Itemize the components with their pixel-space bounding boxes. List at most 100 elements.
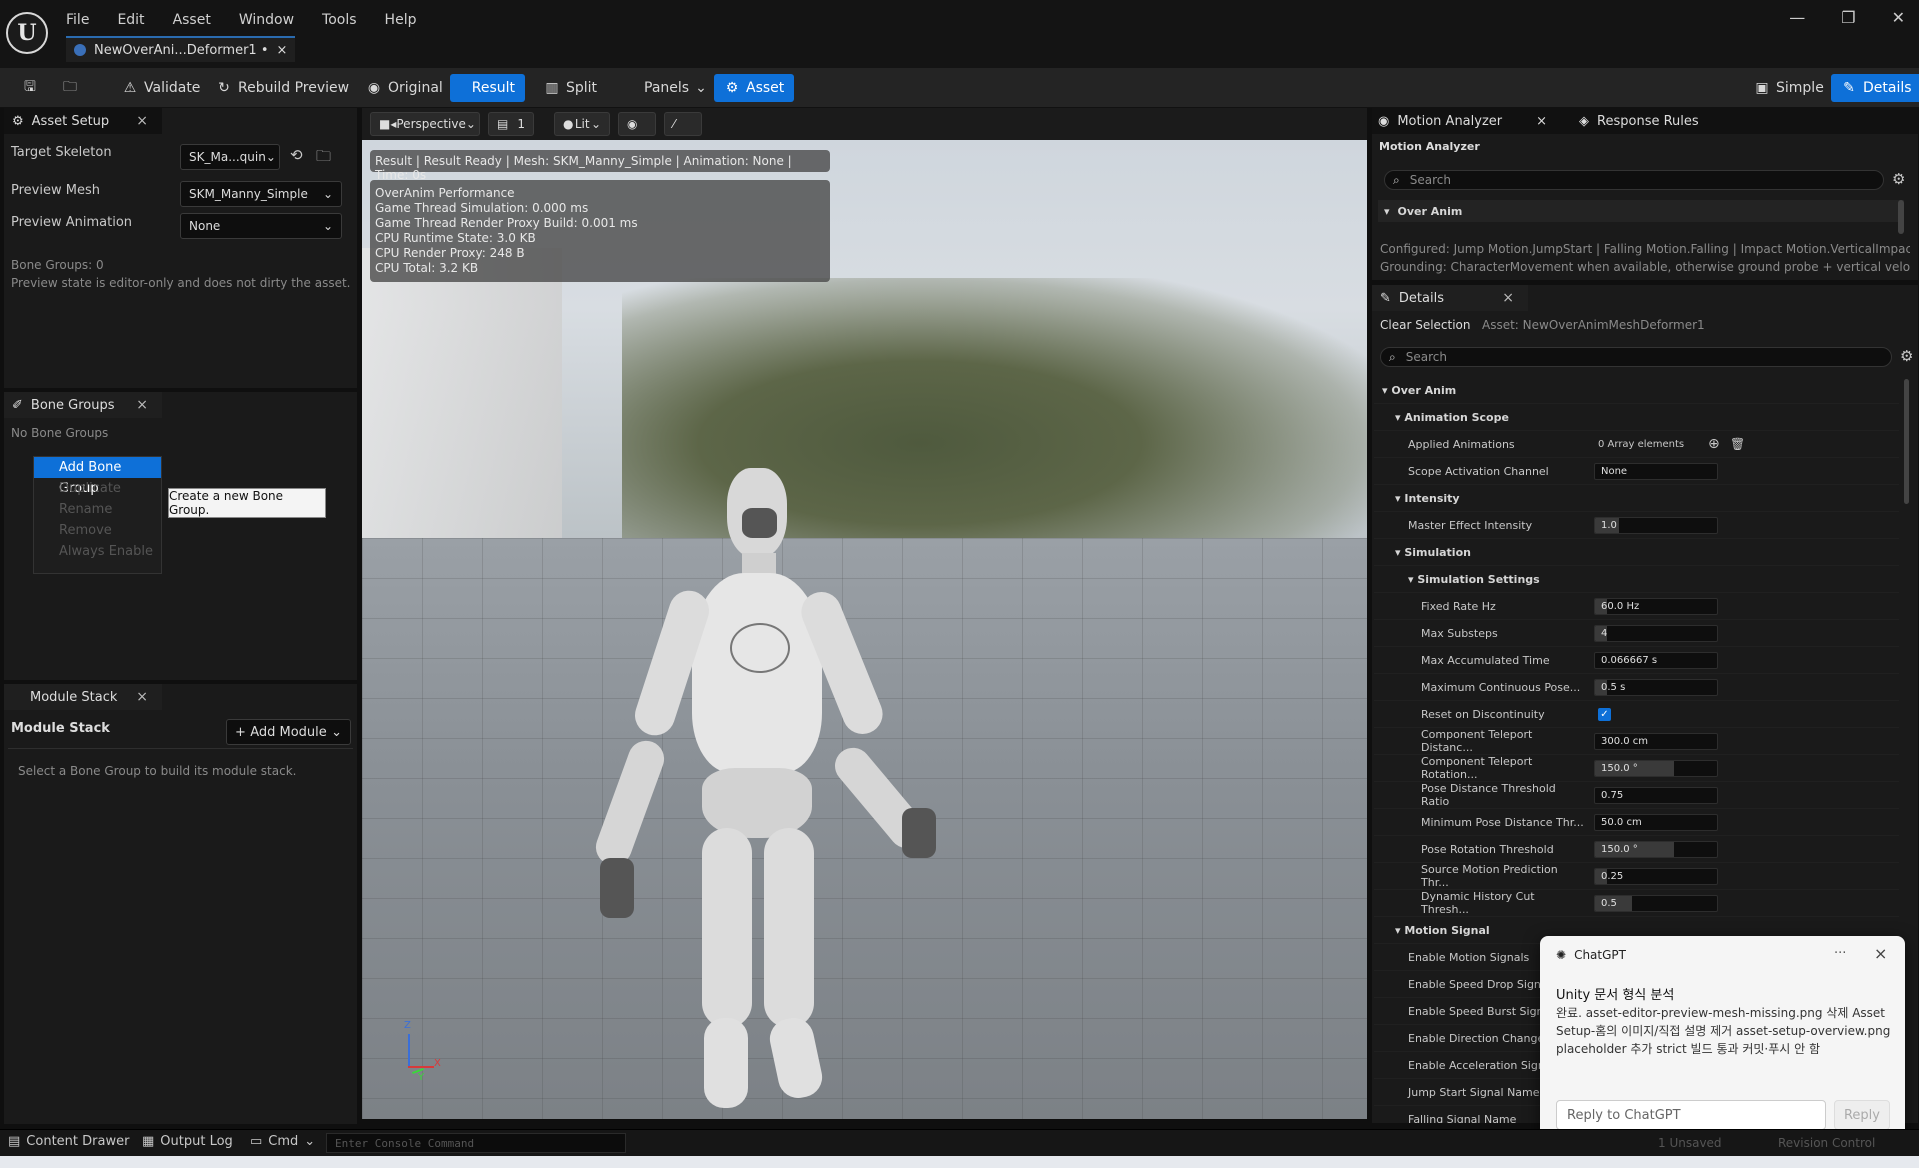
settings-gear-icon[interactable]: ⚙ [1892, 170, 1905, 188]
chevron-down-icon[interactable]: ▾ [1395, 492, 1404, 505]
document-tab-close-icon[interactable]: × [277, 43, 288, 58]
target-skeleton-combo[interactable]: SK_Ma...quin ⌄ [180, 144, 280, 170]
category-row[interactable]: ▾ Simulation Settings [1374, 566, 1899, 593]
reply-input[interactable]: Reply to ChatGPT [1556, 1100, 1826, 1130]
property-value-field[interactable]: 4 [1594, 624, 1718, 642]
menu-tools[interactable]: Tools [322, 12, 357, 28]
menu-duplicate[interactable]: Duplicate [34, 478, 161, 499]
close-notification-icon[interactable]: × [1874, 944, 1887, 963]
motion-analyzer-search[interactable]: ⌕ Search [1384, 170, 1884, 190]
restore-icon[interactable]: ❐ [1841, 8, 1855, 27]
perspective-dropdown[interactable]: ■◂ Perspective ⌄ [370, 112, 480, 136]
menu-file[interactable]: File [66, 12, 89, 28]
split-view-button[interactable]: ▥ Split [534, 74, 607, 102]
validate-button[interactable]: ⚠ Validate [112, 74, 210, 102]
menu-window[interactable]: Window [239, 12, 294, 28]
category-row[interactable]: ▾ Animation Scope [1374, 404, 1899, 431]
browse-button[interactable]: 🗀 [52, 74, 88, 102]
document-tab[interactable]: NewOverAni...Deformer1 • × [66, 36, 296, 62]
character-mesh[interactable] [552, 358, 952, 1118]
property-row[interactable]: Maximum Continuous Pose... 0.5 s [1374, 674, 1899, 701]
preview-animation-combo[interactable]: None ⌄ [180, 213, 342, 239]
menu-remove[interactable]: Remove [34, 520, 161, 541]
property-value-field[interactable]: 300.0 cm [1594, 732, 1718, 750]
more-options-icon[interactable]: ··· [1834, 946, 1846, 961]
bone-groups-tab[interactable]: ✐ Bone Groups × [4, 392, 162, 418]
add-element-icon[interactable]: ⊕ [1708, 436, 1720, 452]
preview-mesh-combo[interactable]: SKM_Manny_Simple ⌄ [180, 181, 342, 207]
property-value-field[interactable]: 150.0 ° [1594, 759, 1718, 777]
close-window-icon[interactable]: ✕ [1892, 8, 1905, 27]
property-row[interactable]: Pose Distance Threshold Ratio 0.75 [1374, 782, 1899, 809]
cmd-dropdown[interactable]: ▭ Cmd ⌄ [250, 1134, 315, 1149]
save-button[interactable]: 🖫 [12, 74, 48, 102]
property-row[interactable]: Max Accumulated Time 0.066667 s [1374, 647, 1899, 674]
property-value-field[interactable]: 50.0 cm [1594, 813, 1718, 831]
category-row[interactable]: ▾ Intensity [1374, 485, 1899, 512]
menu-always-enable[interactable]: Always Enable [34, 541, 161, 562]
result-view-button[interactable]: Result [450, 74, 525, 102]
category-row[interactable]: ▾ Simulation [1374, 539, 1899, 566]
use-selected-icon[interactable]: ⟲ [290, 146, 303, 164]
details-search[interactable]: ⌕ Search [1380, 347, 1892, 367]
console-input[interactable]: Enter Console Command [326, 1133, 626, 1153]
scrollbar[interactable] [1904, 379, 1909, 504]
chevron-down-icon[interactable]: ▾ [1395, 411, 1404, 424]
settings-gear-icon[interactable]: ⚙ [1900, 347, 1913, 365]
details-mode-button[interactable]: ✎ Details [1831, 74, 1919, 102]
menu-rename[interactable]: Rename [34, 499, 161, 520]
reply-button[interactable]: Reply [1834, 1100, 1890, 1130]
over-anim-section[interactable]: ▾ Over Anim [1378, 200, 1904, 222]
minimize-icon[interactable]: — [1789, 8, 1805, 27]
preview-viewport[interactable]: Z X Y ■◂ Perspective ⌄ ▤ 1 ● Lit ⌄ ◉ ⁄ Result… [362, 108, 1367, 1119]
chevron-down-icon[interactable]: ▾ [1382, 384, 1391, 397]
transform-tools-dropdown[interactable]: ⁄ [664, 112, 702, 136]
camera-speed-dropdown[interactable]: ▤ 1 [488, 112, 534, 136]
property-row[interactable]: Component Teleport Distanc... 300.0 cm [1374, 728, 1899, 755]
property-row[interactable]: Minimum Pose Distance Thr... 50.0 cm [1374, 809, 1899, 836]
unreal-logo-icon[interactable]: U [6, 12, 48, 54]
menu-edit[interactable]: Edit [117, 12, 144, 28]
property-row[interactable]: Dynamic History Cut Thresh... 0.5 [1374, 890, 1899, 917]
asset-setup-tab[interactable]: ⚙ Asset Setup × [4, 108, 162, 134]
property-value-field[interactable]: 0.5 s [1594, 678, 1718, 696]
property-value-field[interactable]: 0.066667 s [1594, 651, 1718, 669]
rebuild-preview-button[interactable]: ↻ Rebuild Preview [206, 74, 359, 102]
close-tab-icon[interactable]: × [136, 113, 148, 129]
original-view-button[interactable]: ◉ Original [356, 74, 453, 102]
lit-dropdown[interactable]: ● Lit ⌄ [554, 112, 610, 136]
property-value-field[interactable]: 0.75 [1594, 786, 1718, 804]
unsaved-indicator[interactable]: 1 Unsaved [1658, 1136, 1722, 1150]
scrollbar[interactable] [1898, 200, 1904, 234]
menu-asset[interactable]: Asset [173, 12, 211, 28]
property-row[interactable]: Pose Rotation Threshold 150.0 ° [1374, 836, 1899, 863]
revision-control-button[interactable]: Revision Control [1778, 1136, 1875, 1150]
panels-dropdown[interactable]: Panels ⌄ [634, 74, 717, 102]
output-log-button[interactable]: ▦ Output Log [142, 1134, 233, 1149]
motion-analyzer-tab[interactable]: Motion Analyzer [1397, 114, 1502, 129]
category-row[interactable]: ▾ Over Anim [1374, 377, 1899, 404]
close-tab-icon[interactable]: × [136, 397, 148, 413]
property-value-field[interactable]: 0.25 [1594, 867, 1718, 885]
close-tab-icon[interactable]: × [1536, 114, 1547, 129]
response-rules-tab[interactable]: Response Rules [1597, 114, 1699, 129]
close-tab-icon[interactable]: × [1502, 290, 1514, 306]
browse-folder-icon[interactable]: 🗀 [316, 146, 331, 171]
chevron-down-icon[interactable]: ▾ [1395, 924, 1404, 937]
property-row[interactable]: Scope Activation Channel None [1374, 458, 1899, 485]
details-tab[interactable]: ✎ Details × [1372, 285, 1528, 311]
chevron-down-icon[interactable]: ▾ [1408, 573, 1417, 586]
property-value-field[interactable]: None [1594, 462, 1718, 480]
add-module-button[interactable]: + Add Module ⌄ [226, 719, 351, 745]
property-row[interactable]: Master Effect Intensity 1.0 [1374, 512, 1899, 539]
clear-selection-button[interactable]: Clear Selection [1380, 318, 1471, 332]
close-tab-icon[interactable]: × [136, 689, 148, 705]
menu-help[interactable]: Help [385, 12, 417, 28]
property-value-field[interactable]: 1.0 [1594, 516, 1718, 534]
show-flags-dropdown[interactable]: ◉ [618, 112, 656, 136]
simple-mode-button[interactable]: ▣ Simple [1744, 74, 1834, 102]
property-row[interactable]: Source Motion Prediction Thr... 0.25 [1374, 863, 1899, 890]
property-row[interactable]: Reset on Discontinuity ✓ [1374, 701, 1899, 728]
trash-icon[interactable]: 🗑 [1730, 437, 1745, 451]
menu-add-bone-group[interactable]: Add Bone Group [34, 457, 161, 496]
